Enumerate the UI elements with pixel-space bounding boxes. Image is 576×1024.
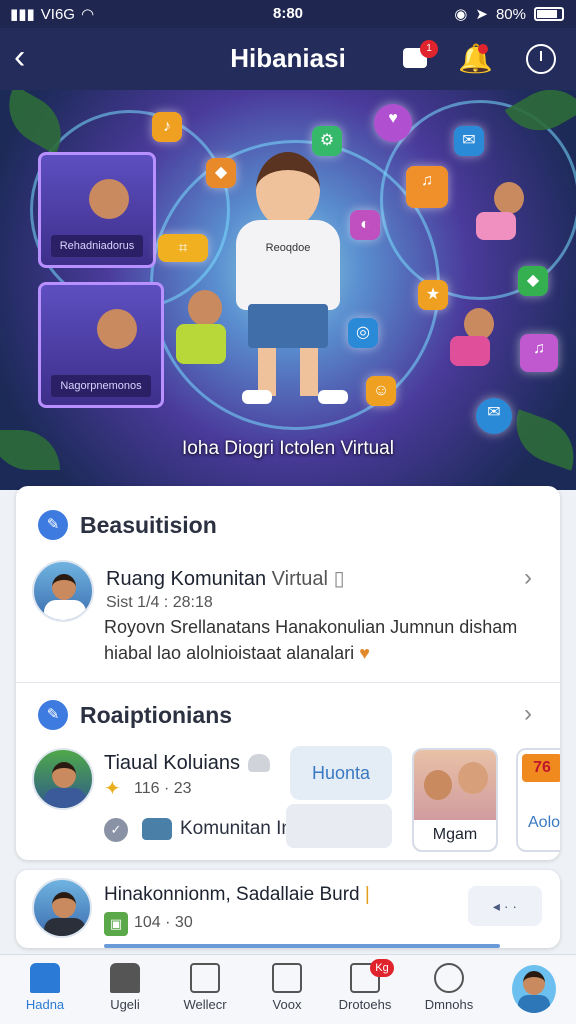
document-icon xyxy=(190,963,220,993)
screen-label: Rehadniadorus xyxy=(51,235,143,257)
chat-button[interactable]: 1 xyxy=(400,40,438,76)
battery-icon xyxy=(534,7,564,21)
chat-badge: 1 xyxy=(420,40,438,58)
location-pin-icon xyxy=(434,963,464,993)
profile-avatar[interactable] xyxy=(512,965,556,1013)
progress-bar xyxy=(104,944,500,948)
bookmark-icon: ▯ xyxy=(333,568,345,590)
item-stat: 104 · 30 xyxy=(134,914,193,931)
check-icon: ✓ xyxy=(104,818,128,842)
emoji-icon: ☺ xyxy=(366,376,396,406)
tab-label: Dmnohs xyxy=(424,997,474,1012)
section-header: ✎ Beasuitision xyxy=(38,510,217,540)
tab-label: Hadna xyxy=(25,997,65,1012)
tab-label: Ugeli xyxy=(110,997,140,1012)
content-card: ✎ Beasuitision Ruang Komunitan Virtual ▯… xyxy=(16,486,560,860)
profile-icon: ◐ xyxy=(350,210,380,240)
item-description: Royovn Srellanatans Hanakonulian Jumnun … xyxy=(104,617,518,663)
video-screen: Rehadniadorus xyxy=(38,152,156,268)
status-bar: ▮▮▮ VI6G ◠ 8:80 ◉ ➤ 80% xyxy=(0,0,576,28)
screen-label: Nagorpnemonos xyxy=(51,375,151,397)
avatar xyxy=(32,560,94,622)
app-header: ‹ Hibaniasi 1 🔔 xyxy=(0,28,576,90)
avatar xyxy=(32,748,94,810)
partial-card-text: Aolo xyxy=(528,814,560,831)
tab-drotoehs[interactable]: Kg Drotoehs xyxy=(330,959,400,1012)
pencil-icon: ✎ xyxy=(38,510,68,540)
item-title: Hinakonnionm, Sadallaie Burd xyxy=(104,884,360,905)
item-title: Tiaual Koluians xyxy=(104,752,241,774)
star-icon: ★ xyxy=(418,280,448,310)
chat-icon: ✉ xyxy=(454,126,484,156)
item-stat: 116 · 23 xyxy=(134,780,192,797)
tab-dmnohs[interactable]: Dmnohs xyxy=(414,963,484,1012)
photo-caption: Mgam xyxy=(414,820,496,850)
section-title: Beasuitision xyxy=(80,511,217,538)
chat-icon: ✉ xyxy=(476,398,512,434)
sync-icon: ◉ xyxy=(454,6,468,23)
character-boy xyxy=(188,290,222,326)
item-title-suffix: Virtual xyxy=(271,568,328,590)
music-note-icon: ♫ xyxy=(406,166,448,208)
ghost-icon xyxy=(248,754,270,772)
tab-home[interactable]: Hadna xyxy=(10,963,80,1012)
heart-icon: ♥ xyxy=(374,104,412,142)
notification-button[interactable]: 🔔 xyxy=(458,42,493,76)
list-icon xyxy=(272,963,302,993)
character-shirt: Reoqdoe xyxy=(236,220,340,310)
controller-icon: ⌗ xyxy=(158,234,208,262)
divider xyxy=(16,682,560,683)
section-header: ✎ Roaiptionians xyxy=(38,700,232,730)
photo-card[interactable]: Mgam xyxy=(412,748,498,852)
timer-button[interactable] xyxy=(524,42,558,76)
number-badge: 76 xyxy=(522,754,560,782)
character-floating xyxy=(494,182,524,214)
action-button[interactable]: ◂ · · xyxy=(468,886,542,926)
hero-banner[interactable]: Rehadniadorus Nagorpnemonos ♪ ◆ ⚙ ♥ ✉ ♫ … xyxy=(0,90,576,490)
game-icon: ◆ xyxy=(518,266,548,296)
battery-label: 80% xyxy=(495,5,526,23)
heart-emoji-icon: ♥ xyxy=(359,643,370,663)
star-icon: ✦ xyxy=(104,778,121,800)
item-title: Ruang Komunitan xyxy=(106,568,267,590)
tab-ugeli[interactable]: Ugeli xyxy=(90,963,160,1012)
location-icon: ➤ xyxy=(475,6,488,23)
pencil-icon: ✎ xyxy=(38,700,68,730)
chevron-right-icon[interactable]: › xyxy=(524,564,532,592)
partial-card[interactable]: 76 Aolo xyxy=(516,748,560,852)
music-icon: ♪ xyxy=(152,112,182,142)
music-note-icon: ♫ xyxy=(520,334,558,372)
video-screen: Nagorpnemonos xyxy=(38,282,164,408)
tab-label: Wellecr xyxy=(183,997,227,1012)
tab-label: Drotoehs xyxy=(338,997,392,1012)
tab-label: Voox xyxy=(272,997,302,1012)
notification-dot xyxy=(478,44,488,54)
house-icon xyxy=(110,963,140,993)
hero-caption: Ioha Diogri Ictolen Virtual xyxy=(182,438,394,459)
tab-voox[interactable]: Voox xyxy=(252,963,322,1012)
content-card[interactable]: Hinakonnionm, Sadallaie Burd | ▣ 104 · 3… xyxy=(16,870,560,948)
tab-wellecr[interactable]: Wellecr xyxy=(170,963,240,1012)
section-title: Roaiptionians xyxy=(80,701,233,728)
secondary-button[interactable] xyxy=(286,804,392,848)
car-icon xyxy=(142,818,172,840)
join-button[interactable]: Huonta xyxy=(290,746,392,800)
tab-bar: Hadna Ugeli Wellecr Voox Kg Drotoehs Dmn… xyxy=(0,954,576,1024)
camera-icon: ◎ xyxy=(348,318,378,348)
gift-icon: ▣ xyxy=(104,912,128,936)
tab-badge: Kg xyxy=(370,959,394,977)
game-icon: ◆ xyxy=(206,158,236,188)
gear-icon: ⚙ xyxy=(312,126,342,156)
character-girl xyxy=(256,152,320,228)
item-meta: Sist 1/4 : 28:18 xyxy=(106,594,213,611)
home-icon xyxy=(30,963,60,993)
chevron-right-icon[interactable]: › xyxy=(524,700,532,728)
avatar xyxy=(32,878,92,938)
